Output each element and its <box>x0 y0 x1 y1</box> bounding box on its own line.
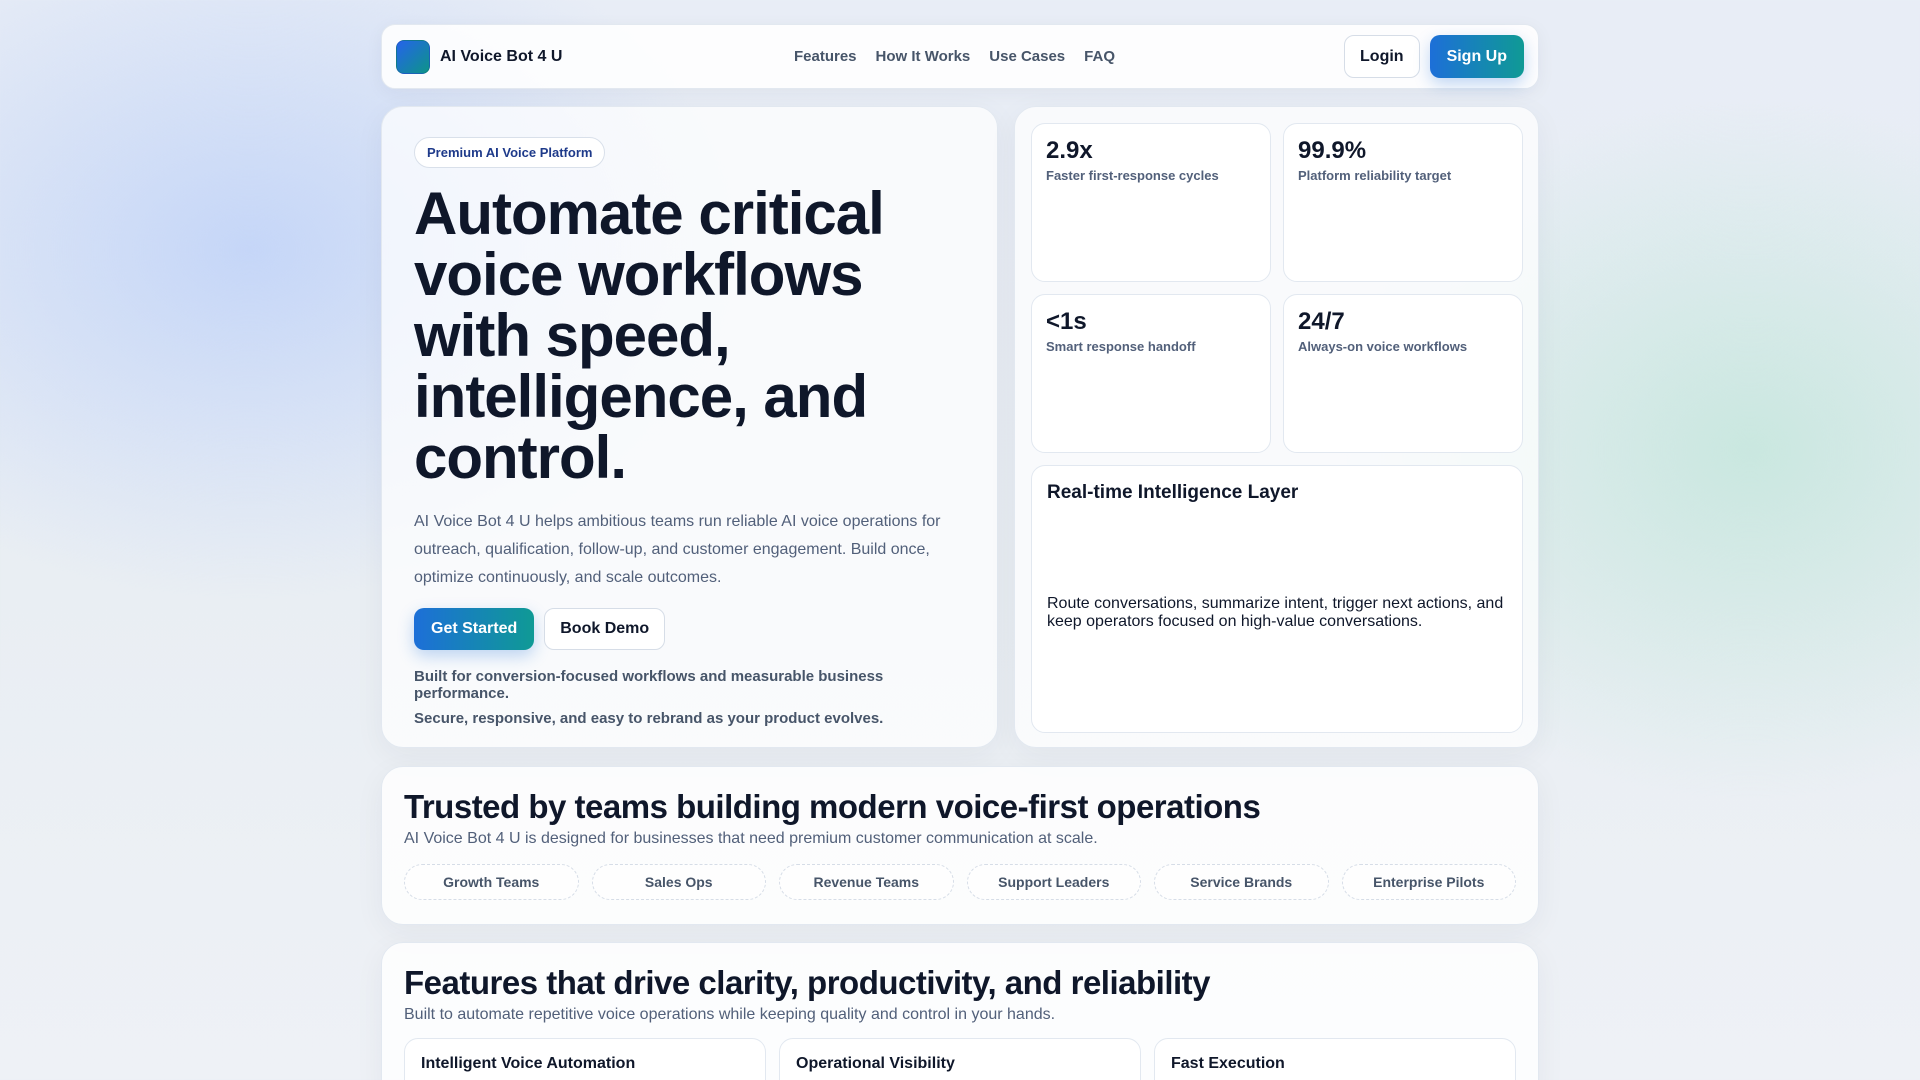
stat-card: 24/7 Always-on voice workflows <box>1283 294 1523 453</box>
stat-label: Platform reliability target <box>1298 168 1452 183</box>
stat-label: Always-on voice workflows <box>1298 339 1468 354</box>
feature-card-title: Fast Execution <box>1171 1055 1285 1072</box>
stat-value: <1s <box>1046 308 1087 335</box>
login-button[interactable]: Login <box>1344 35 1420 78</box>
brand-logo-icon[interactable] <box>396 39 430 74</box>
intelligence-layer-title: Real-time Intelligence Layer <box>1047 482 1299 503</box>
intelligence-layer-body: Route conversations, summarize intent, t… <box>1047 595 1504 630</box>
stat-label: Faster first-response cycles <box>1046 168 1219 183</box>
audience-chip: Growth Teams <box>404 864 579 900</box>
nav-links: Features How It Works Use Cases FAQ <box>794 25 1115 88</box>
audience-chips: Growth Teams Sales Ops Revenue Teams Sup… <box>404 864 1516 900</box>
hero-title-line: with speed, <box>414 302 731 369</box>
hero-title-line: intelligence, and <box>414 363 868 430</box>
hero-badge: Premium AI Voice Platform <box>414 137 606 168</box>
audience-chip: Enterprise Pilots <box>1341 864 1516 900</box>
hero-description: AI Voice Bot 4 U helps ambitious teams r… <box>414 513 941 586</box>
stat-value: 2.9x <box>1046 137 1093 164</box>
features-section: Features that drive clarity, productivit… <box>381 942 1539 1080</box>
hero-title-line: Automate critical <box>414 180 885 247</box>
features-subtitle: Built to automate repetitive voice opera… <box>404 1006 1056 1023</box>
stat-value: 99.9% <box>1298 137 1367 164</box>
feature-cards: Intelligent Voice Automation Operational… <box>404 1038 1516 1080</box>
feature-card-title: Operational Visibility <box>796 1055 955 1072</box>
hero-note: Secure, responsive, and easy to rebrand … <box>414 710 884 727</box>
feature-card: Operational Visibility <box>779 1038 1141 1080</box>
stat-card: <1s Smart response handoff <box>1031 294 1271 453</box>
get-started-button[interactable]: Get Started <box>414 608 535 650</box>
feature-card: Fast Execution <box>1154 1038 1516 1080</box>
nav-actions: Login Sign Up <box>1344 35 1524 78</box>
audience-chip: Service Brands <box>1154 864 1329 900</box>
features-title: Features that drive clarity, productivit… <box>404 964 1211 1001</box>
hero-title-line: control. <box>414 424 627 491</box>
stat-value: 24/7 <box>1298 308 1345 335</box>
feature-card: Intelligent Voice Automation <box>404 1038 766 1080</box>
nav-link-features[interactable]: Features <box>794 48 857 65</box>
hero-title: Automate critical voice workflows with s… <box>414 183 965 488</box>
intelligence-layer-card: Real-time Intelligence Layer Route conve… <box>1031 465 1523 733</box>
nav-link-use-cases[interactable]: Use Cases <box>989 48 1065 65</box>
book-demo-button[interactable]: Book Demo <box>544 608 666 650</box>
audience-chip: Sales Ops <box>591 864 766 900</box>
audience-chip: Support Leaders <box>966 864 1141 900</box>
audience-chip: Revenue Teams <box>779 864 954 900</box>
nav-link-how-it-works[interactable]: How It Works <box>876 48 971 65</box>
top-navbar: AI Voice Bot 4 U Features How It Works U… <box>381 24 1539 89</box>
trusted-section: Trusted by teams building modern voice-f… <box>381 766 1539 925</box>
hero-note: Built for conversion-focused workflows a… <box>414 668 884 702</box>
hero-title-line: voice workflows <box>414 241 863 308</box>
signup-button[interactable]: Sign Up <box>1429 35 1524 78</box>
trusted-title: Trusted by teams building modern voice-f… <box>404 788 1261 825</box>
stat-card: 99.9% Platform reliability target <box>1283 123 1523 282</box>
brand-name[interactable]: AI Voice Bot 4 U <box>440 48 562 66</box>
nav-link-faq[interactable]: FAQ <box>1084 48 1115 65</box>
stat-card: 2.9x Faster first-response cycles <box>1031 123 1271 282</box>
hero-cta-group: Get Started Book Demo <box>414 608 965 650</box>
trusted-subtitle: AI Voice Bot 4 U is designed for busines… <box>404 830 1098 847</box>
hero-panel: Premium AI Voice Platform Automate criti… <box>381 106 998 748</box>
feature-card-title: Intelligent Voice Automation <box>421 1055 636 1072</box>
stat-label: Smart response handoff <box>1046 339 1196 354</box>
stats-panel: 2.9x Faster first-response cycles 99.9% … <box>1014 106 1539 748</box>
